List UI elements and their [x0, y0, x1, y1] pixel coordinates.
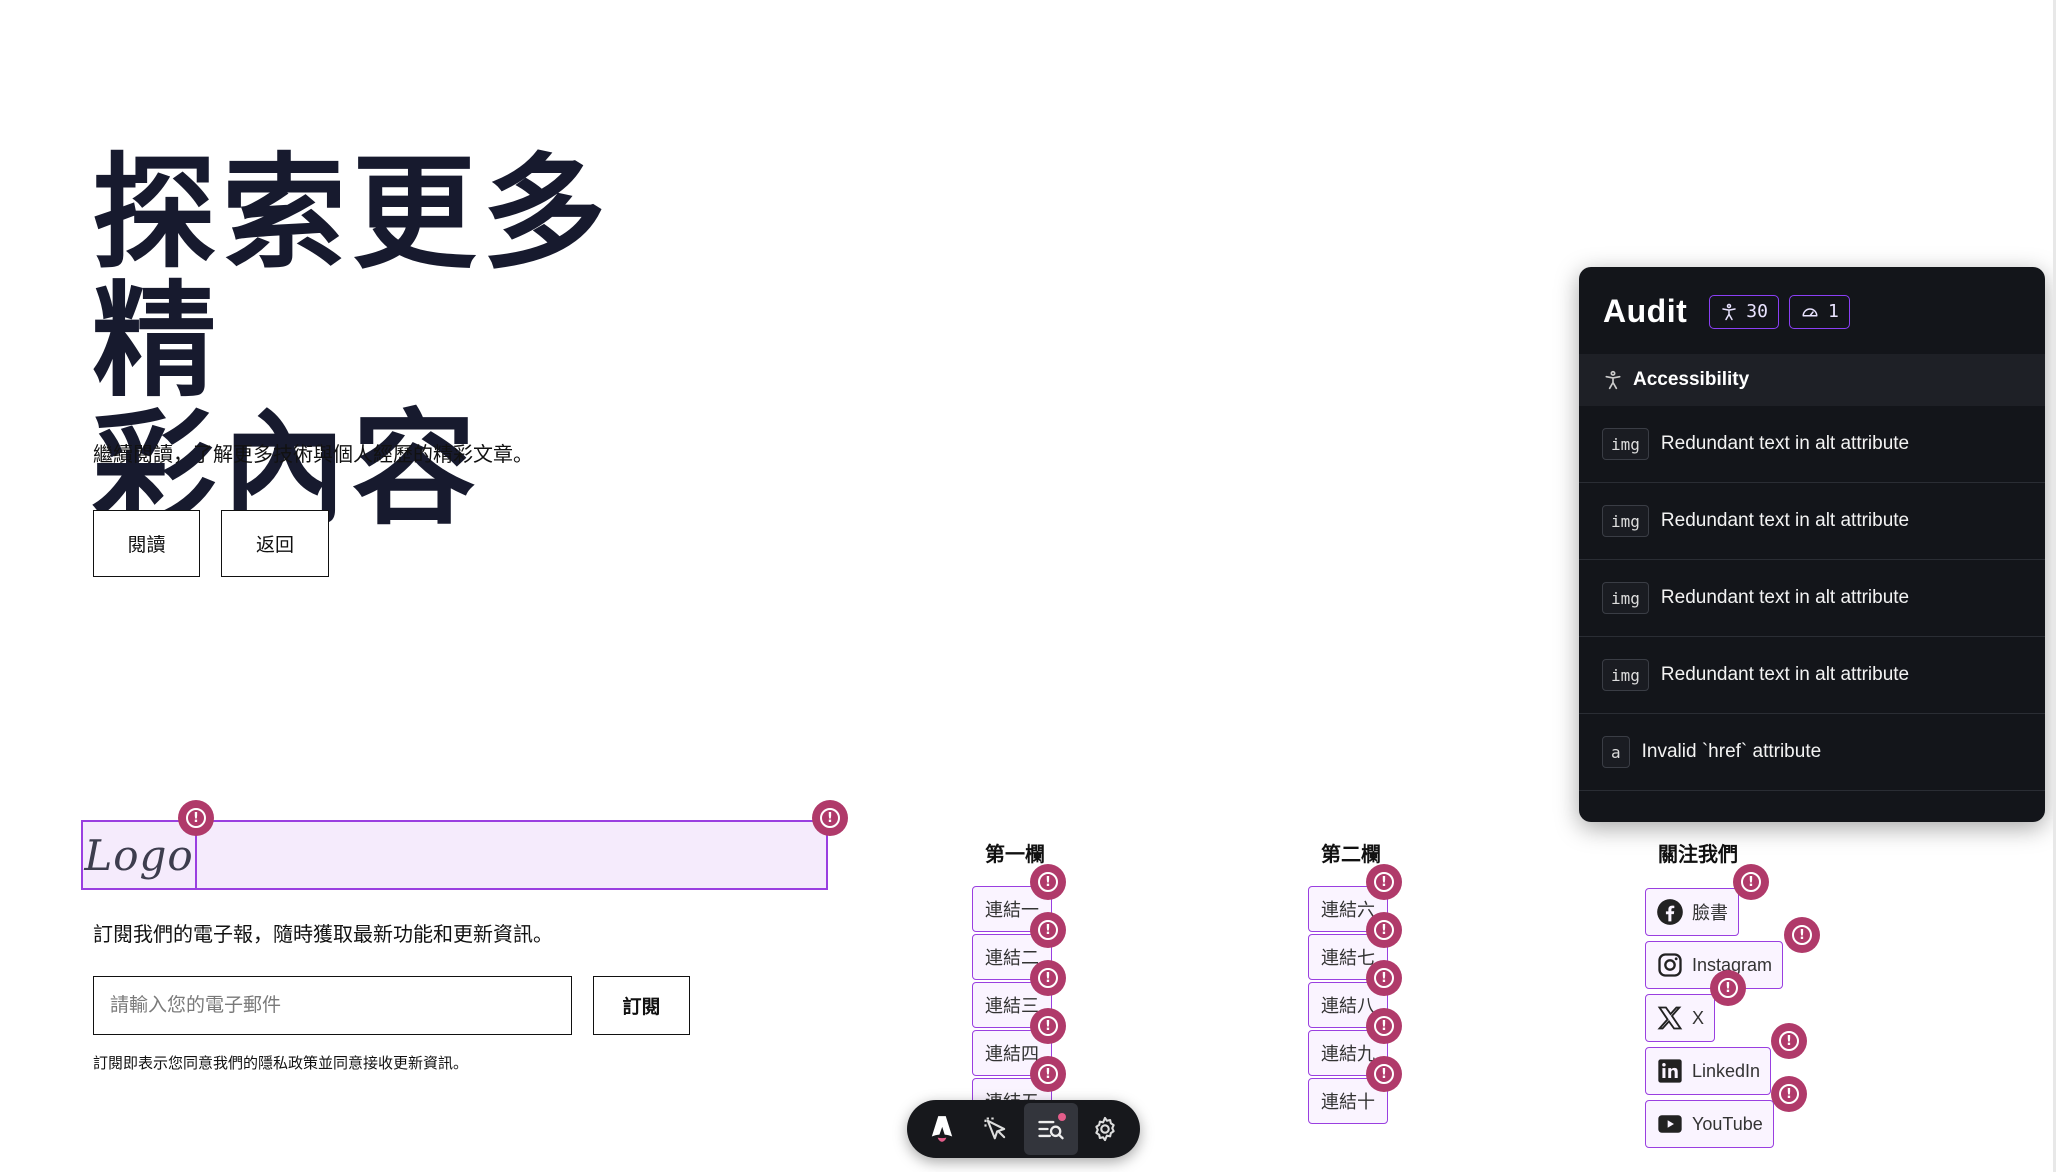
audit-panel: Audit 30 1 Accessibility img Redundant te…	[1579, 267, 2045, 822]
audit-issue[interactable]: img Redundant text in alt attribute	[1579, 483, 2045, 560]
footer-link-label: 連結七	[1321, 948, 1375, 968]
newsletter-description: 訂閱我們的電子報，隨時獲取最新功能和更新資訊。	[93, 924, 553, 946]
instagram-icon	[1658, 953, 1682, 977]
settings-icon	[1095, 1116, 1115, 1142]
inspect-button[interactable]	[969, 1103, 1023, 1155]
back-button[interactable]: 返回	[221, 510, 329, 577]
footer-link-label: 連結十	[1321, 1092, 1375, 1112]
social-link-label: 臉書	[1692, 903, 1728, 923]
footer-link-label: 連結二	[985, 948, 1039, 968]
footer-link-label: 連結六	[1321, 900, 1375, 920]
audit-warning-icon[interactable]: !	[812, 800, 848, 836]
linkedin-icon	[1658, 1059, 1682, 1083]
hero-title-line-1: 探索更多精	[92, 142, 613, 414]
read-button[interactable]: 閱讀	[93, 510, 200, 577]
social-link-x[interactable]: X	[1645, 994, 1716, 1042]
social-link-youtube[interactable]: YouTube	[1645, 1100, 1774, 1148]
dev-toolbar	[907, 1100, 1140, 1158]
audit-warning-icon[interactable]: !	[1030, 864, 1066, 900]
facebook-icon	[1657, 899, 1683, 925]
x-icon	[1657, 1006, 1683, 1030]
footer-link-label: 連結四	[985, 1044, 1039, 1064]
audit-warning-icon[interactable]: !	[1771, 1023, 1807, 1059]
audit-warning-icon[interactable]: !	[1030, 1056, 1066, 1092]
audit-warning-icon[interactable]: !	[1771, 1076, 1807, 1112]
social-heading: 關注我們	[1658, 844, 1738, 866]
audit-warning-icon[interactable]: !	[1710, 970, 1746, 1006]
element-tag: img	[1602, 582, 1649, 614]
audit-issue[interactable]: img Redundant text in alt attribute	[1579, 637, 2045, 714]
audit-issue-list: img Redundant text in alt attribute img Re…	[1579, 406, 2045, 791]
newsletter-note: 訂閱即表示您同意我們的隱私政策並同意接收更新資訊。	[93, 1055, 469, 1072]
audit-warning-icon[interactable]: !	[1030, 912, 1066, 948]
hero-title: 探索更多精 彩內容	[92, 150, 732, 534]
audit-warning-icon[interactable]: !	[1366, 864, 1402, 900]
footer-link-label: 連結三	[985, 996, 1039, 1016]
performance-gauge-icon	[1802, 307, 1818, 316]
subscribe-button[interactable]: 訂閱	[593, 976, 690, 1035]
element-tag: img	[1602, 428, 1649, 460]
audit-issue[interactable]: a Invalid `href` attribute	[1579, 714, 2045, 791]
audit-warning-icon[interactable]: !	[1366, 912, 1402, 948]
audit-title: Audit	[1603, 293, 1688, 329]
element-tag: a	[1602, 736, 1630, 768]
footer-link-label: 連結一	[985, 900, 1039, 920]
youtube-icon	[1658, 1115, 1682, 1133]
element-tag: img	[1602, 505, 1649, 537]
column-1-heading: 第一欄	[985, 844, 1045, 866]
audit-category-label: Accessibility	[1633, 369, 1750, 390]
accessibility-icon	[1722, 303, 1736, 320]
audit-warning-icon[interactable]: !	[1784, 917, 1820, 953]
audit-warning-icon[interactable]: !	[1030, 1008, 1066, 1044]
issue-message: Redundant text in alt attribute	[1660, 587, 1910, 608]
notification-dot	[1057, 1113, 1066, 1121]
audit-warning-icon[interactable]: !	[1733, 864, 1769, 900]
audit-warning-icon[interactable]: !	[1366, 1008, 1402, 1044]
audit-issue[interactable]: img Redundant text in alt attribute	[1579, 560, 2045, 637]
issue-message: Redundant text in alt attribute	[1660, 510, 1910, 531]
audit-warning-icon[interactable]: !	[178, 800, 214, 836]
social-link-label: LinkedIn	[1692, 1060, 1761, 1081]
logo-text: Logo	[84, 830, 194, 880]
footer-link-label: 連結九	[1321, 1044, 1375, 1064]
performance-count-badge[interactable]: 1	[1788, 294, 1850, 329]
astro-menu-button[interactable]	[915, 1103, 969, 1155]
social-link-label: YouTube	[1692, 1113, 1763, 1134]
audit-warning-icon[interactable]: !	[1366, 1056, 1402, 1092]
email-input[interactable]	[93, 976, 572, 1035]
element-tag: img	[1602, 659, 1649, 691]
audit-category-header[interactable]: Accessibility	[1579, 354, 2045, 406]
inspect-icon	[984, 1117, 1006, 1140]
social-link-facebook[interactable]: 臉書	[1645, 888, 1739, 936]
audit-button[interactable]	[1023, 1103, 1078, 1155]
audit-warning-icon[interactable]: !	[1366, 960, 1402, 996]
settings-button[interactable]	[1078, 1103, 1132, 1155]
logo: Logo	[83, 822, 197, 888]
footer-link-label: 連結八	[1321, 996, 1375, 1016]
accessibility-count-badge[interactable]: 30	[1709, 294, 1779, 329]
accessibility-icon	[1605, 370, 1621, 390]
issue-message: Invalid `href` attribute	[1641, 741, 1822, 762]
astro-menu-icon	[931, 1116, 953, 1142]
accessibility-count: 30	[1746, 301, 1768, 322]
audit-warning-icon[interactable]: !	[1030, 960, 1066, 996]
social-link-label: X	[1692, 1007, 1705, 1028]
audit-issue[interactable]: img Redundant text in alt attribute	[1579, 406, 2045, 483]
issue-message: Redundant text in alt attribute	[1660, 433, 1910, 454]
hero-subtitle: 繼續閱讀，了解更多技術與個人經歷的精彩文章。	[93, 444, 533, 466]
performance-count: 1	[1827, 301, 1839, 322]
column-2-heading: 第二欄	[1321, 844, 1381, 866]
issue-message: Redundant text in alt attribute	[1660, 664, 1910, 685]
social-link-linkedin[interactable]: LinkedIn	[1645, 1047, 1772, 1095]
